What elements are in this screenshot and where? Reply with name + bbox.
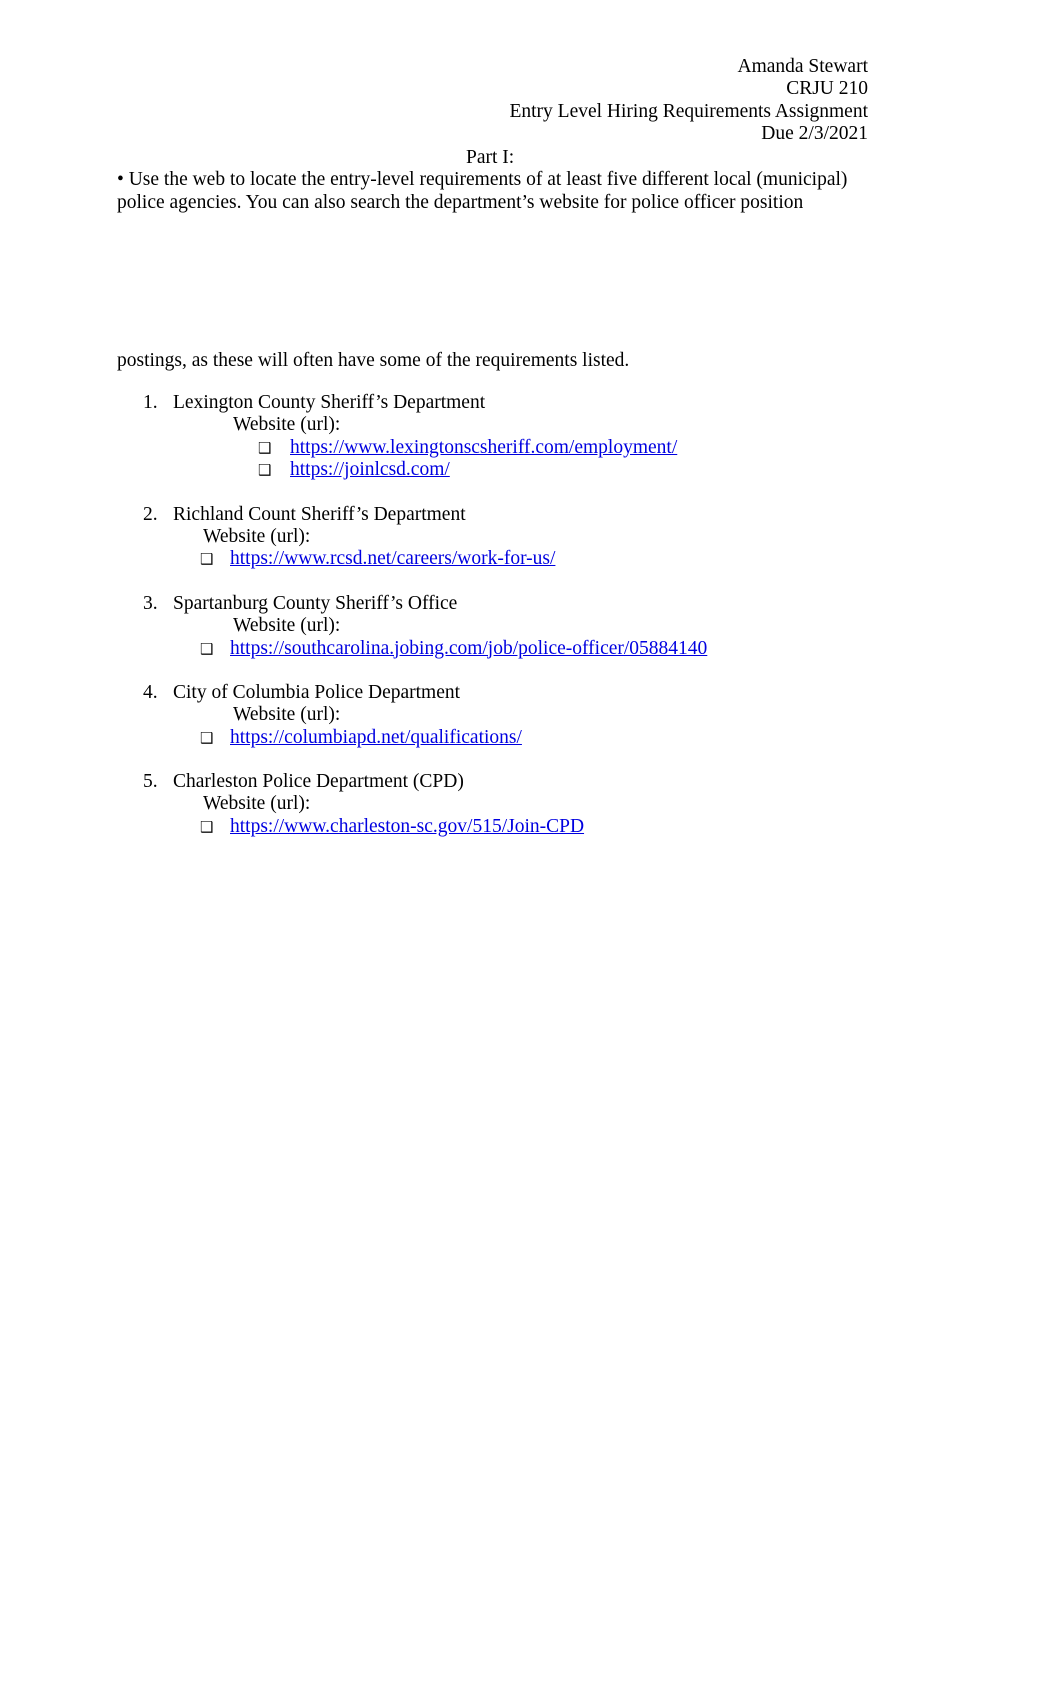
list-item: 1. Lexington County Sheriff’s Department… xyxy=(0,392,1062,482)
website-label-row: Website (url): xyxy=(0,704,1062,726)
agency-heading-row: 2. Richland Count Sheriff’s Department xyxy=(0,504,1062,526)
agency-name: Charleston Police Department (CPD) xyxy=(173,771,464,793)
assignment-title: Entry Level Hiring Requirements Assignme… xyxy=(509,100,868,122)
website-label: Website (url): xyxy=(203,793,311,815)
list-item: 2. Richland Count Sheriff’s Department W… xyxy=(0,504,1062,571)
url-row: ❑ https://www.rcsd.net/careers/work-for-… xyxy=(0,548,1062,570)
agency-url-link[interactable]: https://www.lexingtonscsheriff.com/emplo… xyxy=(290,437,677,459)
website-label: Website (url): xyxy=(233,615,341,637)
url-row: ❑ https://southcarolina.jobing.com/job/p… xyxy=(0,638,1062,660)
square-bullet-icon: ❑ xyxy=(200,550,214,569)
agency-name: Lexington County Sheriff’s Department xyxy=(173,392,486,413)
agency-name: Richland Count Sheriff’s Department xyxy=(173,503,466,525)
agency-heading-row: 3. Spartanburg County Sheriff’s Office xyxy=(0,593,1062,615)
website-label-row: Website (url): xyxy=(0,526,1062,548)
website-label-row: Website (url): xyxy=(0,793,1062,815)
url-row: ❑ https://columbiapd.net/qualifications/ xyxy=(0,727,1062,749)
list-item: 5. Charleston Police Department (CPD) We… xyxy=(0,771,1062,838)
list-number: 5. xyxy=(143,771,158,793)
intro-paragraph: • Use the web to locate the entry-level … xyxy=(117,168,857,215)
student-name: Amanda Stewart xyxy=(737,56,868,77)
url-row: ❑ https://www.charleston-sc.gov/515/Join… xyxy=(0,816,1062,838)
website-label-row: Website (url): xyxy=(0,414,1062,436)
agency-heading-row: 1. Lexington County Sheriff’s Department xyxy=(0,392,1062,414)
list-number: 1. xyxy=(143,392,158,413)
square-bullet-icon: ❑ xyxy=(200,639,214,658)
website-label: Website (url): xyxy=(203,525,311,547)
website-label: Website (url): xyxy=(233,414,341,436)
list-item: 3. Spartanburg County Sheriff’s Office W… xyxy=(0,593,1062,660)
url-row: ❑ https://www.lexingtonscsheriff.com/emp… xyxy=(0,437,1062,459)
square-bullet-icon: ❑ xyxy=(200,817,214,836)
agency-heading-row: 5. Charleston Police Department (CPD) xyxy=(0,771,1062,793)
agency-url-link[interactable]: https://southcarolina.jobing.com/job/pol… xyxy=(230,638,707,660)
list-number: 4. xyxy=(143,681,158,703)
agency-url-link[interactable]: https://www.charleston-sc.gov/515/Join-C… xyxy=(230,816,584,838)
agency-heading-row: 4. City of Columbia Police Department xyxy=(0,682,1062,704)
agency-url-link[interactable]: https://columbiapd.net/qualifications/ xyxy=(230,727,522,749)
url-row: ❑ https://joinlcsd.com/ xyxy=(0,459,1062,481)
square-bullet-icon: ❑ xyxy=(258,461,272,480)
intro-line-1: • Use the web to locate the entry-level … xyxy=(117,169,848,190)
list-number: 2. xyxy=(143,503,158,525)
square-bullet-icon: ❑ xyxy=(200,728,214,747)
agency-url-link[interactable]: https://www.rcsd.net/careers/work-for-us… xyxy=(230,548,555,570)
website-label-row: Website (url): xyxy=(0,615,1062,637)
course-code: CRJU 210 xyxy=(786,78,868,100)
part-heading: Part I: xyxy=(466,147,515,168)
agency-name: Spartanburg County Sheriff’s Office xyxy=(173,592,458,614)
document-header: Amanda Stewart CRJU 210 Entry Level Hiri… xyxy=(0,56,868,146)
document-page: Amanda Stewart CRJU 210 Entry Level Hiri… xyxy=(0,0,1062,1700)
list-item: 4. City of Columbia Police Department We… xyxy=(0,682,1062,749)
intro-line-2: police agencies. You can also search the… xyxy=(117,192,804,214)
continuation-line: postings, as these will often have some … xyxy=(117,350,630,371)
agency-list: 1. Lexington County Sheriff’s Department… xyxy=(0,392,1062,838)
square-bullet-icon: ❑ xyxy=(258,438,272,457)
website-label: Website (url): xyxy=(233,704,341,726)
list-number: 3. xyxy=(143,592,158,614)
agency-name: City of Columbia Police Department xyxy=(173,681,461,703)
due-date: Due 2/3/2021 xyxy=(761,123,868,145)
agency-url-link[interactable]: https://joinlcsd.com/ xyxy=(290,459,450,481)
